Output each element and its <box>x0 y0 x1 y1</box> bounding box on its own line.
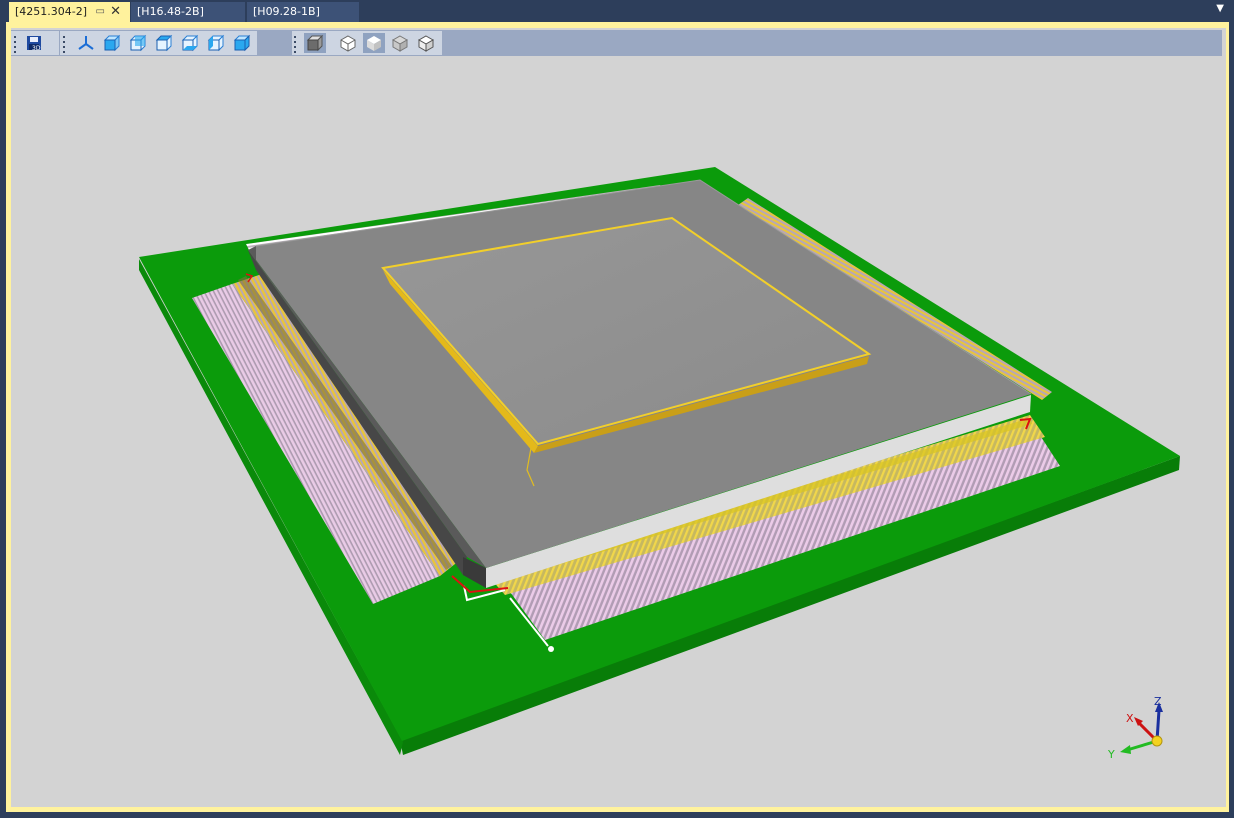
view-3d-toggle-button[interactable] <box>304 33 326 53</box>
view-3d-toggle-icon <box>306 34 324 52</box>
view-front-button[interactable] <box>101 33 123 53</box>
shaded-button[interactable] <box>363 33 385 53</box>
tab-h16-48-2b[interactable]: [H16.48-2B] <box>131 2 245 22</box>
axes-view-button[interactable] <box>75 33 97 53</box>
toolbar-group-file: 3D <box>11 31 59 55</box>
shaded-edges-button[interactable] <box>415 33 437 53</box>
toolbar-group-display <box>292 31 442 55</box>
tab-h09-28-1b[interactable]: [H09.28-1B] <box>247 2 359 22</box>
tab-4251-304-2[interactable]: [4251.304-2] ▭ ✕ <box>9 2 130 22</box>
view-toolbar: 3D <box>11 30 1222 56</box>
save-3d-button[interactable]: 3D <box>24 33 46 53</box>
tab-label: [H16.48-2B] <box>137 5 204 18</box>
view-top-button[interactable] <box>153 33 175 53</box>
axes-view-icon <box>78 36 94 50</box>
view-back-icon <box>129 34 147 52</box>
view-bottom-button[interactable] <box>179 33 201 53</box>
axis-z-label: Z <box>1154 695 1162 708</box>
wireframe-button[interactable] <box>337 33 359 53</box>
3d-viewport[interactable]: Z X Y <box>11 28 1226 807</box>
tab-list-dropdown-icon[interactable]: ▼ <box>1216 3 1224 14</box>
document-tab-strip: [4251.304-2] ▭ ✕ [H16.48-2B] [H09.28-1B]… <box>0 0 1234 22</box>
close-icon[interactable]: ✕ <box>110 2 121 22</box>
hidden-lines-icon <box>391 35 409 52</box>
toolbar-grip[interactable] <box>14 36 17 53</box>
axis-y-label: Y <box>1107 748 1115 761</box>
axis-triad: Z X Y <box>1107 695 1163 761</box>
tab-label: [4251.304-2] <box>15 5 88 18</box>
view-right-icon <box>233 34 251 52</box>
shaded-edges-icon <box>417 35 435 52</box>
tab-label: [H09.28-1B] <box>253 5 320 18</box>
pin-icon[interactable]: ▭ <box>96 2 105 22</box>
hidden-lines-button[interactable] <box>389 33 411 53</box>
axis-x-label: X <box>1126 712 1134 725</box>
wireframe-icon <box>340 35 356 52</box>
toolbar-group-views <box>60 31 257 55</box>
toolbar-grip[interactable] <box>294 36 297 53</box>
toolbar-grip[interactable] <box>63 36 66 53</box>
view-left-icon <box>207 34 225 52</box>
view-top-icon <box>155 34 173 52</box>
view-right-button[interactable] <box>231 33 253 53</box>
view-back-button[interactable] <box>127 33 149 53</box>
shaded-icon <box>367 36 381 51</box>
svg-text:3D: 3D <box>32 45 41 51</box>
view-bottom-icon <box>181 34 199 52</box>
save-3d-icon: 3D <box>27 36 41 51</box>
view-left-button[interactable] <box>205 33 227 53</box>
view-front-icon <box>103 34 121 52</box>
